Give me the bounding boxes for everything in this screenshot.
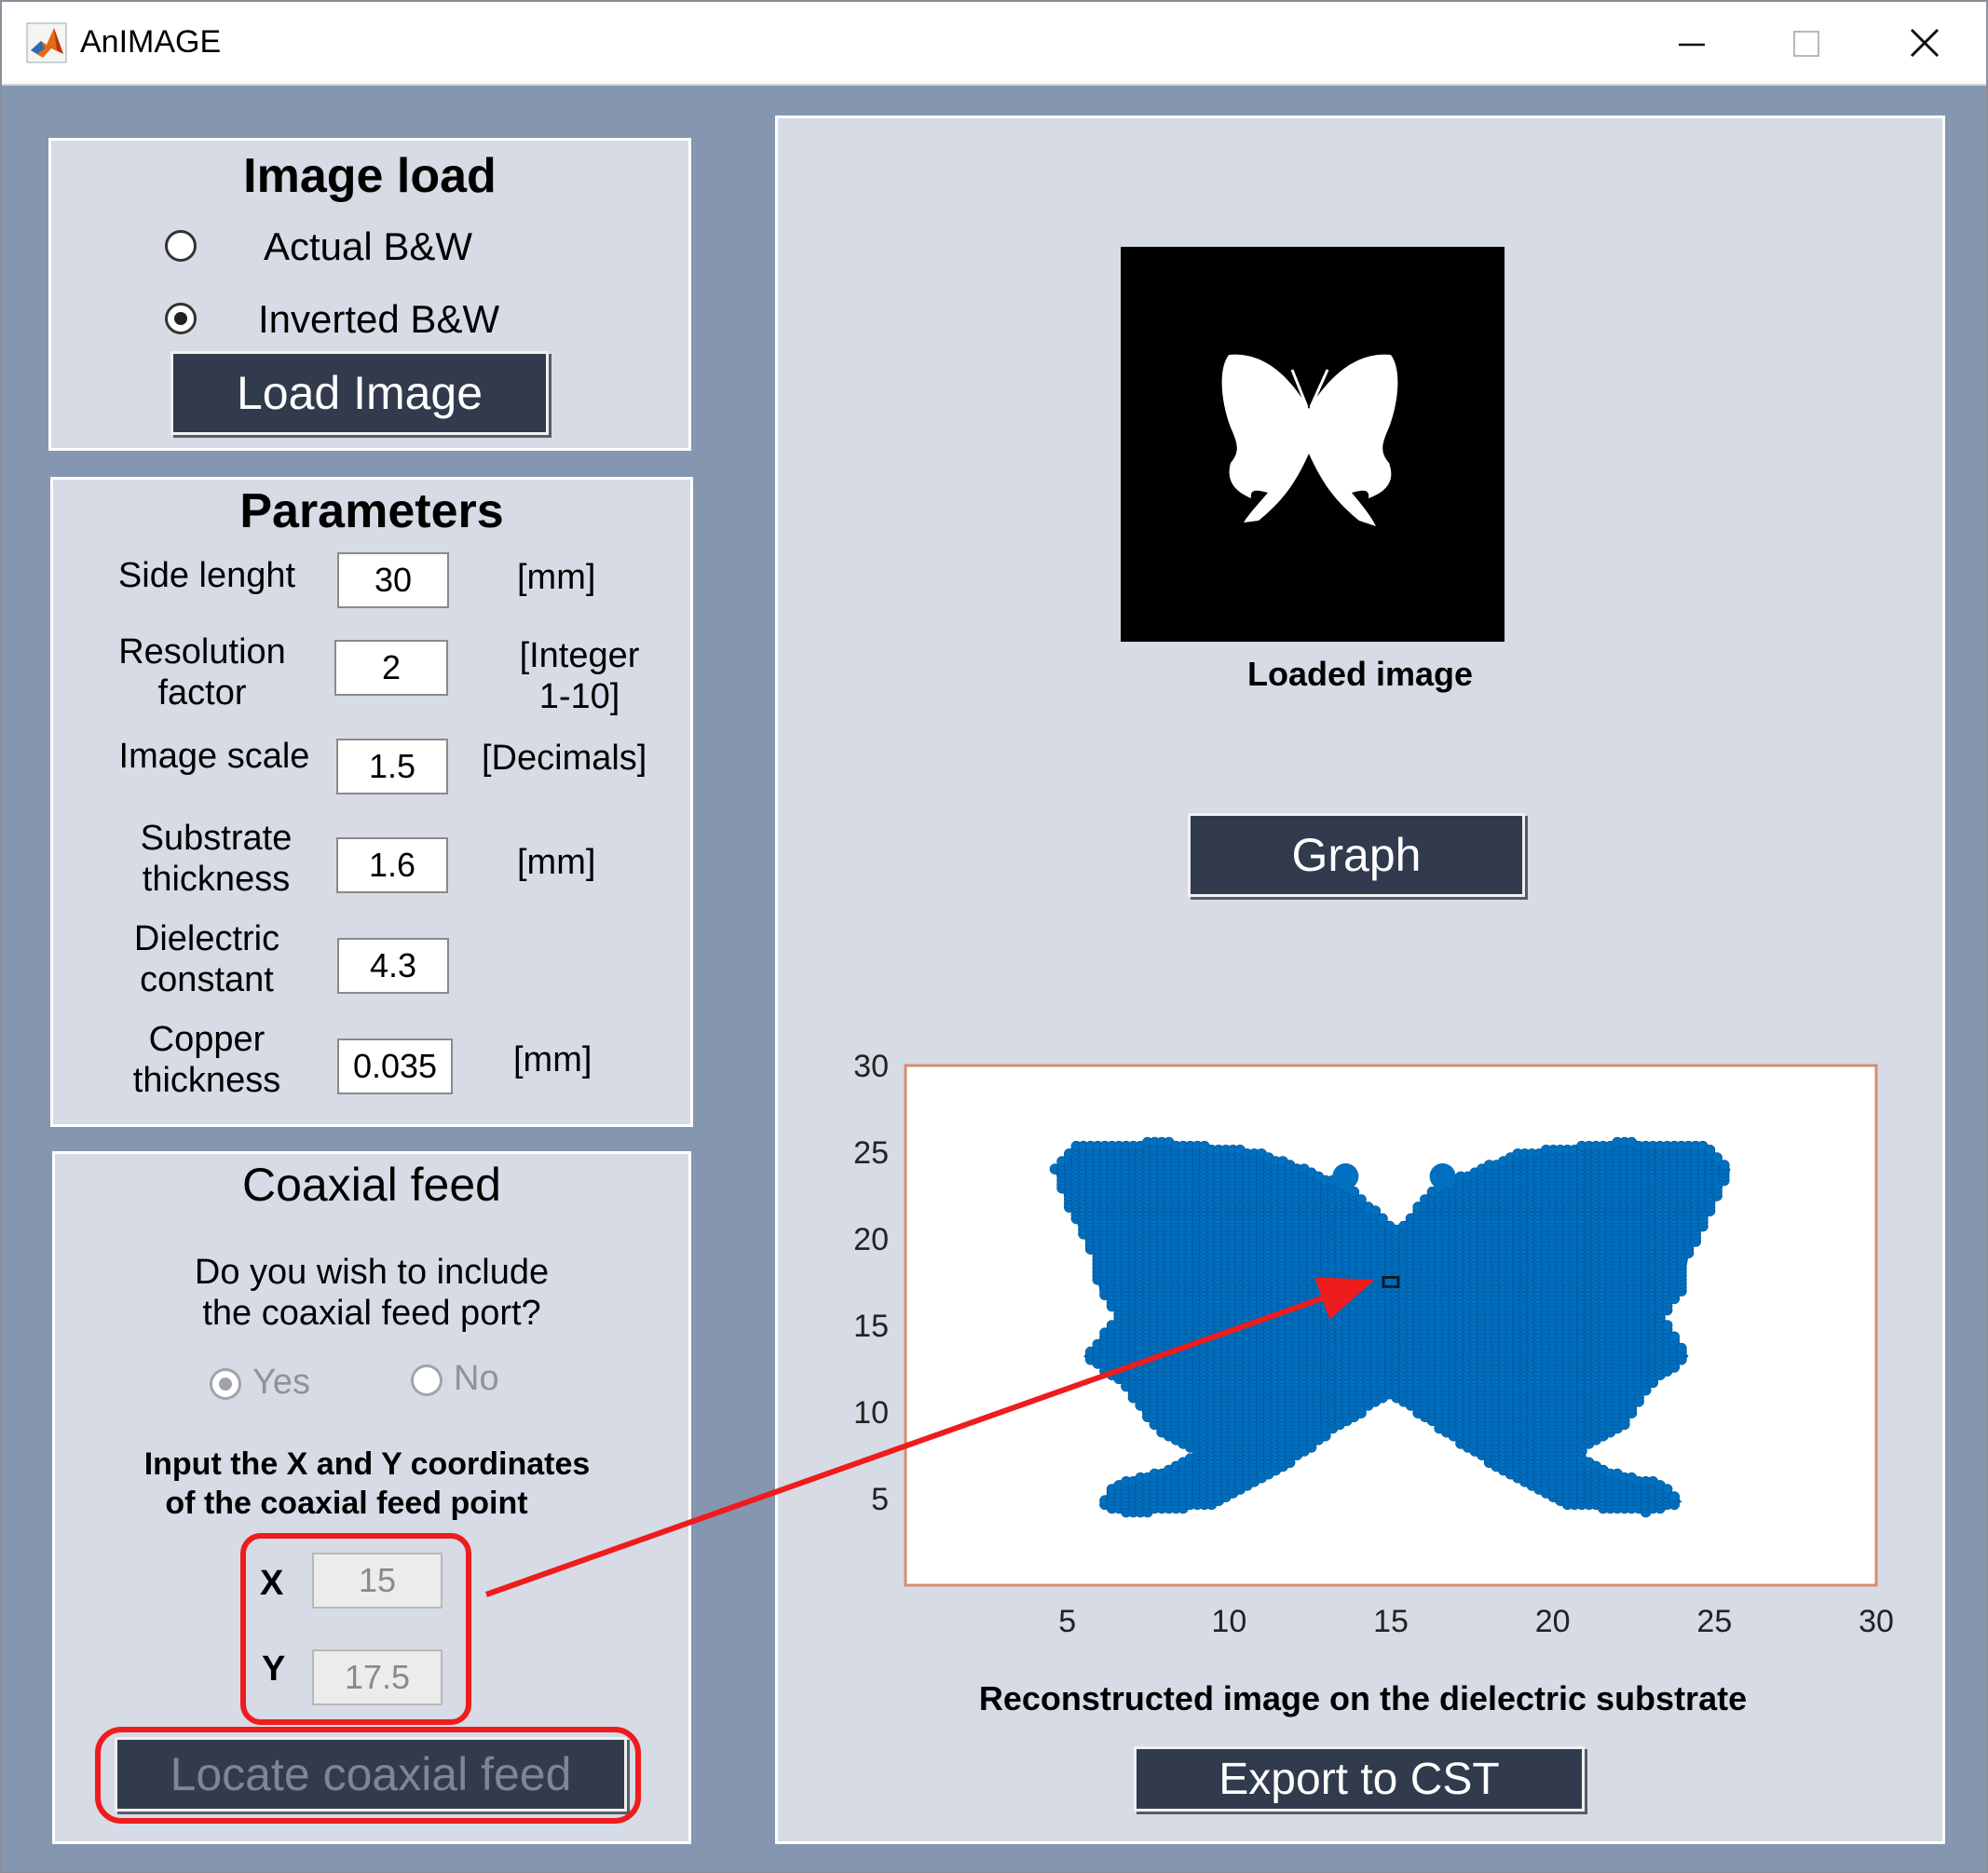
butterfly-silhouette (1221, 354, 1398, 526)
minimize-icon (1679, 43, 1705, 47)
x-tick-label: 5 (1058, 1604, 1076, 1639)
resolution-unit-line1: [Integer (519, 636, 640, 675)
coordinates-highlight-box (240, 1533, 471, 1725)
x-tick-label: 10 (1211, 1604, 1246, 1639)
dielectric-label-line2: constant (140, 960, 274, 999)
coaxial-feed-title: Coaxial feed (242, 1159, 501, 1211)
coaxial-question-line1: Do you wish to include (194, 1253, 550, 1292)
title-bar: AnIMAGE (2, 2, 1986, 86)
side-length-input[interactable]: 30 (337, 552, 449, 608)
copper-thickness-input[interactable]: 0.035 (337, 1038, 453, 1094)
side-length-unit: [mm] (517, 558, 596, 597)
coaxial-yes-radio[interactable] (210, 1368, 241, 1400)
y-tick-label: 5 (871, 1482, 889, 1517)
image-scale-unit: [Decimals] (482, 739, 647, 778)
resolution-label-line2: factor (157, 673, 247, 713)
coaxial-no-radio[interactable] (411, 1364, 443, 1396)
x-tick-label: 20 (1535, 1604, 1571, 1639)
parameters-title: Parameters (239, 484, 504, 538)
coaxial-instruction-line1: Input the X and Y coordinates (143, 1446, 591, 1482)
parameters-panel: Parameters Side lenght 30 [mm] Resolutio… (50, 477, 693, 1127)
substrate-thickness-unit: [mm] (517, 843, 596, 882)
graph-button[interactable]: Graph (1188, 813, 1525, 897)
y-tick-label: 30 (853, 1049, 889, 1084)
window-title: AnIMAGE (80, 24, 222, 60)
actual-bw-radio[interactable] (165, 230, 197, 262)
close-button[interactable] (1897, 19, 1953, 69)
loaded-image (1121, 247, 1505, 642)
load-image-button[interactable]: Load Image (170, 351, 549, 435)
y-tick-label: 10 (853, 1395, 889, 1431)
y-tick-label: 15 (853, 1309, 889, 1344)
y-tick-label: 20 (853, 1222, 889, 1257)
actual-bw-label: Actual B&W (264, 224, 473, 268)
substrate-label-line1: Substrate (140, 819, 293, 858)
x-tick-label: 25 (1696, 1604, 1732, 1639)
copper-label-line2: thickness (132, 1061, 281, 1100)
dielectric-label-line1: Dielectric (133, 919, 280, 958)
image-load-title: Image load (243, 149, 497, 203)
scatter-point (1369, 1205, 1382, 1216)
side-length-label: Side lenght (117, 556, 296, 595)
coaxial-instruction-line2: of the coaxial feed point (165, 1486, 528, 1521)
coaxial-no-label: No (454, 1359, 499, 1398)
copper-label-line1: Copper (148, 1020, 266, 1059)
maximize-icon (1793, 31, 1819, 57)
resolution-label-line1: Resolution (118, 632, 286, 672)
substrate-thickness-input[interactable]: 1.6 (336, 837, 448, 893)
inverted-bw-label: Inverted B&W (258, 297, 500, 341)
maximize-button[interactable] (1777, 19, 1833, 69)
copper-thickness-unit: [mm] (513, 1040, 592, 1079)
coaxial-question-line2: the coaxial feed port? (202, 1294, 541, 1333)
image-scale-label: Image scale (118, 737, 310, 776)
resolution-input[interactable]: 2 (334, 640, 448, 696)
loaded-image-caption: Loaded image (1246, 655, 1474, 693)
image-scale-input[interactable]: 1.5 (336, 739, 448, 794)
dielectric-constant-input[interactable]: 4.3 (337, 938, 449, 994)
x-tick-label: 30 (1859, 1604, 1894, 1639)
export-to-cst-button[interactable]: Export to CST (1134, 1746, 1585, 1812)
app-window: AnIMAGE Image load Actual B&W Inverted B… (0, 0, 1988, 1873)
substrate-label-line2: thickness (142, 860, 291, 899)
inverted-bw-radio[interactable] (165, 303, 197, 334)
image-load-panel: Image load Actual B&W Inverted B&W Load … (48, 138, 691, 451)
y-tick-label: 25 (853, 1135, 889, 1171)
close-icon (1910, 28, 1940, 58)
plot-caption: Reconstructed image on the dielectric su… (978, 1679, 1748, 1717)
locate-button-highlight-box (95, 1727, 641, 1824)
matlab-icon (26, 22, 67, 63)
coaxial-yes-label: Yes (252, 1363, 310, 1402)
minimize-button[interactable] (1664, 19, 1720, 69)
x-tick-label: 15 (1373, 1604, 1409, 1639)
resolution-unit-line2: 1-10] (538, 677, 620, 716)
